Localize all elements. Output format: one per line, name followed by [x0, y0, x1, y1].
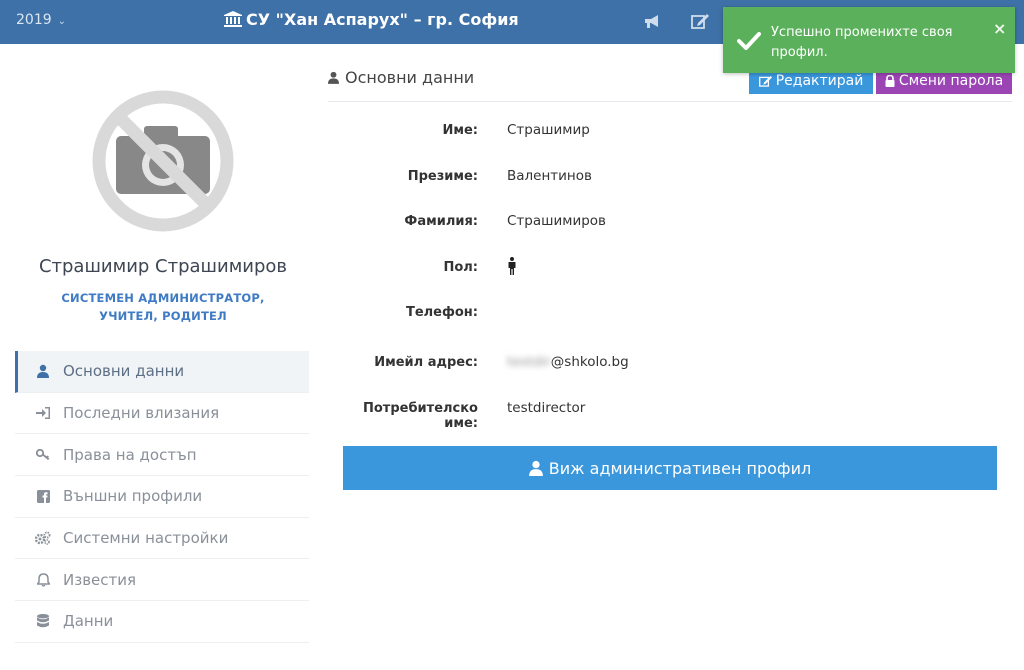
- menu-item-label: Последни влизания: [63, 404, 220, 423]
- year-label: 2019: [16, 12, 52, 28]
- profile-page: Страшимир Страшимиров СИСТЕМЕН АДМИНИСТР…: [0, 44, 1024, 670]
- last-name-value: Страшимиров: [507, 213, 607, 229]
- menu-item-notifications[interactable]: Известия: [15, 559, 309, 602]
- lock-icon: [885, 75, 895, 87]
- gender-label: Пол:: [443, 260, 478, 275]
- bank-icon: [224, 11, 242, 31]
- year-selector[interactable]: 2019 ⌄: [16, 12, 66, 28]
- facebook-icon: [35, 488, 51, 504]
- no-photo-icon: [92, 90, 234, 232]
- section-title: Основни данни: [328, 68, 474, 87]
- gears-icon: [35, 530, 51, 546]
- school-title: СУ "Хан Аспарух" – гр. София: [224, 10, 519, 31]
- user-icon: [328, 71, 339, 84]
- profile-menu: Основни данни Последни влизания Права на…: [15, 351, 309, 643]
- admin-button-label: Виж административен профил: [548, 458, 812, 478]
- last-name-label: Фамилия:: [404, 214, 478, 229]
- success-notification: Успешно променихте своя профил. ×: [723, 7, 1015, 73]
- email-local-part: testdir: [507, 354, 551, 370]
- menu-item-label: Външни профили: [63, 487, 203, 506]
- key-icon: [35, 447, 51, 463]
- close-icon[interactable]: ×: [993, 19, 1006, 38]
- password-button-label: Смени парола: [898, 73, 1004, 89]
- menu-item-label: Системни настройки: [63, 529, 229, 548]
- email-domain: @shkolo.bg: [550, 354, 629, 370]
- middle-name-label: Презиме:: [407, 169, 478, 184]
- school-name: СУ "Хан Аспарух" – гр. София: [246, 10, 519, 29]
- menu-item-label: Данни: [63, 612, 114, 631]
- bell-icon: [35, 572, 51, 588]
- menu-item-access-rights[interactable]: Права на достъп: [15, 434, 309, 477]
- phone-label: Телефон:: [405, 305, 478, 320]
- menu-item-label: Права на достъп: [63, 445, 197, 464]
- edit-icon[interactable]: [691, 13, 711, 31]
- menu-item-label: Известия: [63, 570, 137, 589]
- email-label: Имейл адрес:: [374, 355, 478, 370]
- avatar-placeholder: [90, 88, 236, 234]
- email-value: testdir@shkolo.bg: [507, 354, 629, 370]
- first-name-label: Име:: [442, 123, 478, 138]
- user-full-name: Страшимир Страшимиров: [38, 256, 288, 277]
- edit-button-label: Редактирай: [775, 73, 864, 89]
- menu-item-last-logins[interactable]: Последни влизания: [15, 393, 309, 435]
- menu-item-external-profiles[interactable]: Външни профили: [15, 476, 309, 518]
- first-name-value: Страшимир: [507, 122, 590, 138]
- menu-item-data[interactable]: Данни: [15, 601, 309, 643]
- username-value: testdirector: [507, 400, 586, 416]
- section-divider: [328, 101, 1012, 102]
- user-icon: [35, 363, 51, 379]
- username-label: Потребителско име:: [363, 401, 478, 431]
- sign-in-icon: [35, 405, 51, 421]
- middle-name-value: Валентинов: [507, 168, 592, 184]
- view-admin-profile-button[interactable]: Виж административен профил: [343, 446, 997, 490]
- database-icon: [35, 613, 51, 629]
- user-icon: [528, 460, 543, 476]
- bullhorn-icon[interactable]: [643, 13, 663, 31]
- check-icon: [737, 32, 761, 50]
- menu-item-basic-data[interactable]: Основни данни: [15, 351, 309, 393]
- menu-item-label: Основни данни: [63, 362, 185, 381]
- user-roles: СИСТЕМЕН АДМИНИСТРАТОР, УЧИТЕЛ, РОДИТЕЛ: [61, 291, 265, 323]
- notification-message: Успешно променихте своя профил.: [771, 25, 953, 60]
- edit-icon: [758, 75, 772, 87]
- menu-item-system-settings[interactable]: Системни настройки: [15, 518, 309, 560]
- male-icon: [507, 257, 517, 279]
- chevron-down-icon: ⌄: [57, 16, 67, 27]
- section-title-text: Основни данни: [345, 68, 475, 87]
